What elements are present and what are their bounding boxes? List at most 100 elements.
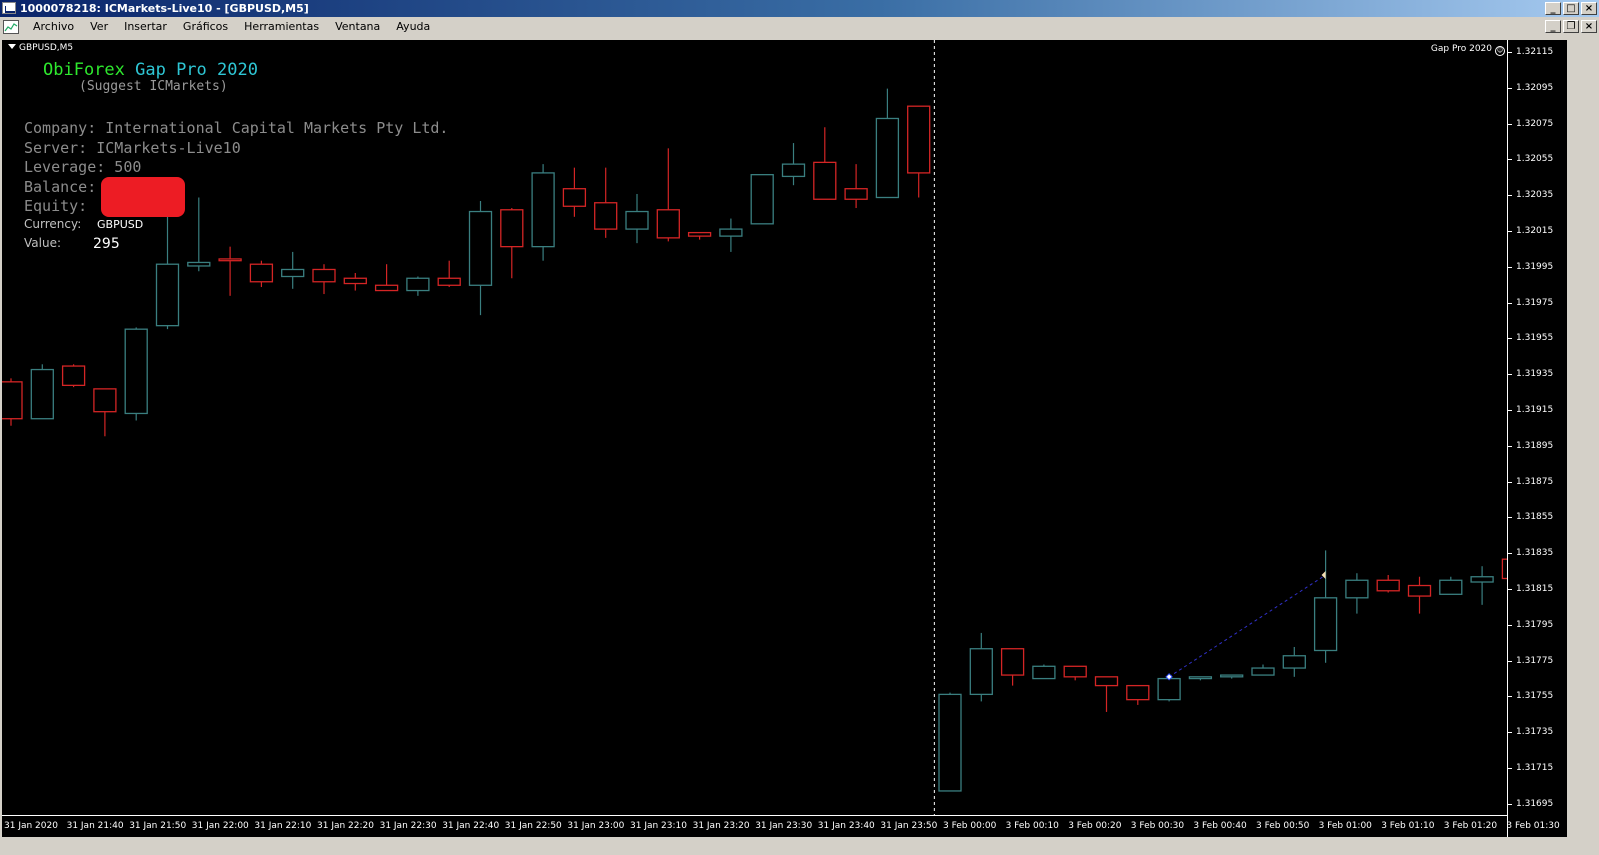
bear-candle-body xyxy=(1407,584,1432,597)
candle[interactable] xyxy=(1470,566,1494,605)
candle[interactable] xyxy=(187,197,211,272)
doc-close-button[interactable]: × xyxy=(1581,20,1597,33)
time-tick-label: 3 Feb 01:30 xyxy=(1506,821,1560,831)
menu-item-ver[interactable]: Ver xyxy=(82,17,116,37)
menu-item-herramientas[interactable]: Herramientas xyxy=(236,17,327,37)
bear-candle-body xyxy=(562,188,587,207)
candle[interactable] xyxy=(813,127,837,200)
candle[interactable] xyxy=(312,264,336,295)
candle[interactable] xyxy=(249,260,274,288)
bear-candle-body xyxy=(500,209,524,248)
candle[interactable] xyxy=(938,692,962,792)
candle[interactable] xyxy=(2,378,23,426)
candle[interactable] xyxy=(281,251,305,289)
candle[interactable] xyxy=(1376,574,1400,593)
price-tick-mark xyxy=(1508,768,1512,769)
bull-candle-body xyxy=(155,263,180,327)
candle[interactable] xyxy=(844,164,868,209)
candle[interactable] xyxy=(1407,576,1432,614)
minimize-button[interactable]: _ xyxy=(1545,2,1561,15)
candle[interactable] xyxy=(531,164,555,261)
bottom-bar xyxy=(0,837,1599,855)
time-tick-label: 31 Jan 21:50 xyxy=(129,821,187,831)
doc-minimize-button[interactable]: _ xyxy=(1545,20,1561,33)
price-tick-mark xyxy=(1508,732,1512,734)
time-tick-label: 31 Jan 23:40 xyxy=(817,821,875,831)
time-tick-label: 31 Jan 22:50 xyxy=(504,821,562,831)
bull-candle-body xyxy=(625,210,649,230)
candle[interactable] xyxy=(907,105,931,198)
chart-document-icon[interactable] xyxy=(3,20,19,34)
menu-bar: Archivo Ver Insertar Gráficos Herramientas Ve… xyxy=(0,17,1599,37)
candle[interactable] xyxy=(218,246,242,296)
menu-item-insertar[interactable]: Insertar xyxy=(116,17,175,37)
indicator-label: Gap Pro 2020 ☺ xyxy=(1430,44,1505,56)
price-tick-label: 1.31975 xyxy=(1516,297,1554,308)
menu-item-archivo[interactable]: Archivo xyxy=(25,17,82,37)
candle[interactable] xyxy=(594,167,618,238)
candle[interactable] xyxy=(1439,576,1463,595)
price-tick-mark xyxy=(1508,374,1512,376)
bear-candle-body xyxy=(437,277,461,286)
price-tick-mark xyxy=(1508,696,1512,698)
candle[interactable] xyxy=(1282,646,1306,677)
candle[interactable] xyxy=(875,88,900,199)
menu-item-ayuda[interactable]: Ayuda xyxy=(388,17,438,37)
price-chart[interactable]: GBPUSD,M5 Gap Pro 2020 ☺ ObiForex Gap Pro… xyxy=(2,40,1567,837)
candle[interactable] xyxy=(1345,573,1369,614)
candle[interactable] xyxy=(781,143,806,186)
time-tick-label: 3 Feb 00:10 xyxy=(1005,821,1059,831)
time-tick-label: 31 Jan 22:20 xyxy=(317,821,374,831)
bear-candle-body xyxy=(2,381,23,420)
bull-candle-body xyxy=(781,163,806,178)
candle[interactable] xyxy=(750,174,774,225)
bear-candle-body xyxy=(249,263,274,283)
maximize-button[interactable]: □ xyxy=(1563,2,1579,15)
candle[interactable] xyxy=(1094,676,1119,712)
chart-symbol-label[interactable]: GBPUSD,M5 xyxy=(8,43,73,53)
candle[interactable] xyxy=(61,364,86,388)
candle[interactable] xyxy=(1000,648,1025,686)
time-tick-label: 31 Jan 23:50 xyxy=(880,821,938,831)
time-axis[interactable]: 31 Jan 2020 31 Jan 21:40 31 Jan 21:50 31 Ja… xyxy=(2,815,1560,837)
candle[interactable] xyxy=(687,231,712,240)
bear-candle-body xyxy=(844,188,868,200)
candle[interactable] xyxy=(93,388,117,437)
dropdown-triangle-icon[interactable] xyxy=(8,44,16,49)
candle[interactable] xyxy=(1220,674,1244,679)
candle[interactable] xyxy=(656,148,680,242)
candle[interactable] xyxy=(1032,664,1056,680)
candle[interactable] xyxy=(468,201,493,316)
candle[interactable] xyxy=(1188,676,1213,681)
candle[interactable] xyxy=(1126,684,1150,705)
candle[interactable] xyxy=(30,364,54,420)
candle[interactable] xyxy=(719,218,743,252)
candle[interactable] xyxy=(969,632,993,702)
bull-candle-body xyxy=(938,693,962,792)
price-tick-label: 1.31775 xyxy=(1516,655,1554,666)
candle[interactable] xyxy=(625,193,649,244)
price-tick-label: 1.32115 xyxy=(1516,47,1554,57)
price-tick-mark xyxy=(1508,159,1512,161)
bull-candle-body xyxy=(531,172,555,248)
candle[interactable] xyxy=(1063,665,1087,681)
candle[interactable] xyxy=(1251,664,1275,676)
time-tick-label: 31 Jan 22:10 xyxy=(254,821,312,831)
candle[interactable] xyxy=(374,264,399,292)
candle[interactable] xyxy=(500,208,524,279)
menu-item-ventana[interactable]: Ventana xyxy=(327,17,388,37)
menu-item-gr-ficos[interactable]: Gráficos xyxy=(175,17,236,37)
close-button[interactable]: × xyxy=(1581,2,1597,15)
candle[interactable] xyxy=(343,272,367,291)
candle[interactable] xyxy=(406,276,430,296)
price-tick-mark xyxy=(1508,410,1512,411)
candle[interactable] xyxy=(1313,550,1338,663)
candle[interactable] xyxy=(124,327,148,421)
price-axis[interactable]: 1.32115 1.32095 1.32075 1.32055 1.32035 1.320… xyxy=(1507,40,1567,837)
doc-restore-button[interactable]: ❐ xyxy=(1563,20,1579,33)
price-tick-mark xyxy=(1508,123,1512,125)
bear-candle-body xyxy=(1063,665,1087,678)
candle[interactable] xyxy=(562,167,587,217)
candle[interactable] xyxy=(437,260,461,288)
price-tick-mark xyxy=(1508,338,1512,340)
